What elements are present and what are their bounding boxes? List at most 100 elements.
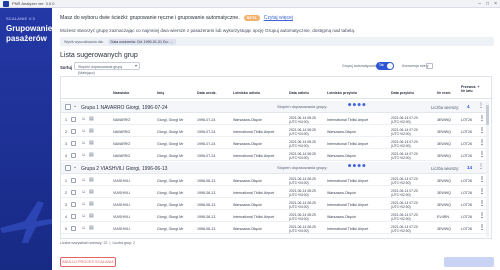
- document-icon[interactable]: ▤: [89, 201, 94, 207]
- cell-res: EV4RN: [437, 214, 449, 219]
- arr-tz: (UTC+02:00): [391, 216, 411, 221]
- cell-flight: LOT26: [461, 214, 472, 219]
- row-index: 2: [65, 129, 67, 134]
- cell-dep-date: 2021-06-14 08:25 (UTC+04:00): [289, 189, 316, 197]
- col-arr-date[interactable]: Data przylotu: [391, 91, 414, 95]
- col-flight-no[interactable]: Przewoź. + Nr lotu: [461, 85, 483, 94]
- document-icon[interactable]: ▤: [89, 213, 94, 219]
- row-checkbox[interactable]: [71, 190, 76, 195]
- more-vertical-icon[interactable]: ⋮: [479, 176, 485, 183]
- more-vertical-icon[interactable]: ⋮: [479, 127, 485, 134]
- person-icon: ☺: [81, 201, 87, 207]
- chevron-down-icon[interactable]: ⌄: [73, 103, 77, 109]
- sort-select[interactable]: Stopień dopasowania grupy (Malejąco) ▾: [74, 62, 140, 75]
- cell-flight: LOT26: [461, 141, 472, 146]
- row-checkbox[interactable]: [71, 178, 76, 183]
- group-checkbox[interactable]: [65, 165, 71, 171]
- more-vertical-icon[interactable]: ⋮: [479, 200, 485, 207]
- table-scrollbar[interactable]: [486, 101, 489, 237]
- document-icon[interactable]: ▤: [89, 140, 94, 146]
- col-dob[interactable]: Data urodz.: [197, 91, 217, 95]
- row-index: 4: [65, 153, 67, 158]
- table-row[interactable]: 2 ☺ ▤ VIASHVILI Giorgi, Giorgi Mr 1996-06-13 I…: [61, 187, 487, 198]
- maximize-icon[interactable]: □: [486, 1, 489, 7]
- filter-label: Wynik wyszukiwania dla:: [64, 39, 104, 44]
- col-surname[interactable]: Nazwisko: [113, 91, 129, 95]
- more-vertical-icon[interactable]: ⋮: [479, 224, 485, 231]
- ungroup-icon[interactable]: ⋮: [478, 102, 484, 109]
- arr-tz: (UTC+02:00): [391, 119, 411, 124]
- next-button[interactable]: [444, 257, 494, 267]
- cell-arr-date: 2021-06-14 07:20 (UTC+02:00): [391, 140, 418, 148]
- col-from[interactable]: Lotnisko odlotu: [233, 91, 260, 95]
- cell-from: Warszawa-Okęcie: [233, 178, 263, 183]
- read-more-link[interactable]: Czytaj więcej: [264, 15, 293, 21]
- table-row[interactable]: 4 ☺ ▤ VIASHVILI Giorgi, Giorgi Mr 1996-06-13 I…: [61, 211, 487, 222]
- group-checkbox[interactable]: [65, 104, 71, 110]
- more-vertical-icon[interactable]: ⋮: [479, 188, 485, 195]
- table-row[interactable]: 2 ☺ ▤ NAVARRO Giorgi, Giorgi Mr 1996-07-24 Int…: [61, 126, 487, 137]
- document-icon[interactable]: ▤: [89, 189, 94, 195]
- table-row[interactable]: 3 ☺ ▤ VIASHVILI Giorgi, Giorgi Mr 1996-06-13 W…: [61, 199, 487, 210]
- cell-to: Warszawa-Okęcie: [327, 190, 357, 195]
- col-res-no[interactable]: Nr rezer.: [437, 91, 451, 95]
- cancel-merge-button[interactable]: ANULUJ PROCES SCALANIA: [60, 257, 116, 267]
- dep-tz: (UTC+04:00): [289, 119, 309, 124]
- cell-dep-date: 2021-06-14 08:25 (UTC+04:00): [289, 116, 316, 124]
- beta-badge: BETA: [243, 15, 260, 21]
- row-checkbox[interactable]: [71, 214, 76, 219]
- minimize-icon[interactable]: –: [478, 1, 481, 7]
- document-icon[interactable]: ▤: [89, 177, 94, 183]
- document-icon[interactable]: ▤: [89, 128, 94, 134]
- chevron-down-icon[interactable]: ⌄: [73, 164, 77, 170]
- arr-tz: (UTC+02:00): [391, 228, 411, 233]
- person-icon: ☺: [81, 152, 87, 158]
- document-icon[interactable]: ▤: [89, 225, 94, 231]
- sidebar-title: Grupowanie pasażerów: [6, 24, 52, 43]
- row-checkbox[interactable]: [71, 141, 76, 146]
- cell-to: International Tbilisi Airport: [327, 178, 369, 183]
- sort-select-value: Stopień dopasowania grupy (Malejąco): [78, 65, 123, 75]
- cell-dob: 1996-07-24: [197, 117, 216, 122]
- document-icon[interactable]: ▤: [89, 116, 94, 122]
- more-vertical-icon[interactable]: ⋮: [479, 212, 485, 219]
- dep-tz: (UTC+04:00): [289, 143, 309, 148]
- group-degree-label: Stopień dopasowania grupy:: [277, 104, 328, 109]
- auto-group-label: Grupuj automatycznie: [342, 64, 377, 68]
- table-row[interactable]: 5 ☺ ▤ VIASHVILI Giorgi, Giorgi Mr 1996-06-13 W…: [61, 223, 487, 234]
- row-checkbox[interactable]: [71, 129, 76, 134]
- table-footer: Liczba wszystkich wierszy: 22 | Liczba g…: [60, 241, 136, 245]
- table-row[interactable]: 1 ☺ ▤ NAVARRO Giorgi, Giorgi Mr 1996-07-24 War…: [61, 114, 487, 125]
- row-index: 3: [65, 202, 67, 207]
- row-checkbox[interactable]: [71, 226, 76, 231]
- conversion-checkbox[interactable]: [426, 63, 433, 69]
- row-checkbox[interactable]: [71, 153, 76, 158]
- more-vertical-icon[interactable]: ⋮: [479, 151, 485, 158]
- table-row[interactable]: 4 ☺ ▤ NAVARRO Giorgi, Giorgi Mr 1996-07-24 Int…: [61, 150, 487, 161]
- app-logo-icon: [3, 0, 9, 7]
- document-icon[interactable]: ▤: [89, 152, 94, 158]
- group-header[interactable]: ⌄ Grupa 1 NAVARRO Giorgi, 1996-07-24 Stopi…: [61, 101, 487, 113]
- col-dep-date[interactable]: Data odlotu: [289, 91, 309, 95]
- table-row[interactable]: 3 ☺ ▤ NAVARRO Giorgi, Giorgi Mr 1996-07-24 War…: [61, 138, 487, 149]
- cell-dob: 1996-07-24: [197, 153, 216, 158]
- row-checkbox[interactable]: [71, 202, 76, 207]
- filter-chip[interactable]: Data urodzenia: Od: 1990-01-01 Do: ...: [107, 38, 176, 45]
- more-vertical-icon[interactable]: ⋮: [479, 115, 485, 122]
- table-row[interactable]: 1 ☺ ▤ VIASHVILI Giorgi, Giorgi Mr 1996-06-13 W…: [61, 175, 487, 186]
- cell-arr-date: 2021-06-14 07:20 (UTC+02:00): [391, 201, 418, 209]
- ungroup-icon[interactable]: ⋮: [478, 163, 484, 170]
- cell-res: 3EWWQ: [437, 141, 451, 146]
- auto-group-toggle[interactable]: Tak: [376, 62, 394, 70]
- more-vertical-icon[interactable]: ⋮: [479, 139, 485, 146]
- close-icon[interactable]: ×: [494, 1, 497, 7]
- cell-arr-date: 2021-06-14 07:20 (UTC+02:00): [391, 152, 418, 160]
- row-checkbox[interactable]: [71, 117, 76, 122]
- col-name[interactable]: Imię: [157, 91, 164, 95]
- person-icon: ☺: [81, 225, 87, 231]
- scrollbar-thumb[interactable]: [486, 105, 489, 125]
- group-header[interactable]: ⌄ Grupa 2 VIASHVILI Giorgi, 1996-06-13 Sto…: [61, 162, 487, 174]
- people-icon: ☻☻☻☻: [347, 163, 367, 169]
- cell-arr-date: 2021-06-14 07:20 (UTC+02:00): [391, 225, 418, 233]
- col-to[interactable]: Lotnisko przylotu: [327, 91, 357, 95]
